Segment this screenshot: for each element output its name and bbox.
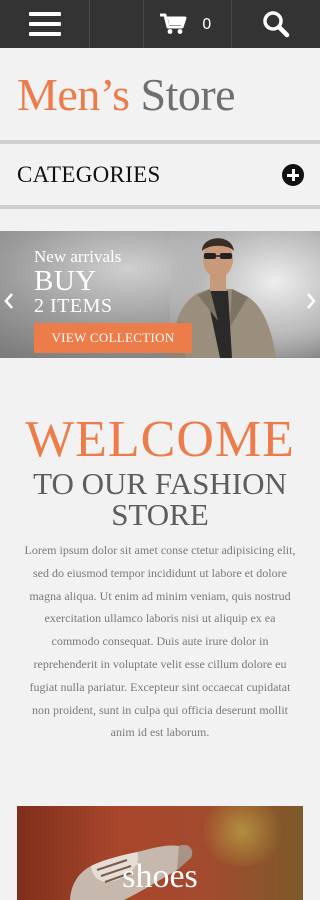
cart-count: 0: [202, 15, 212, 33]
chevron-right-icon[interactable]: [306, 293, 316, 309]
menu-button[interactable]: [0, 0, 90, 48]
divider: [0, 140, 320, 144]
chevron-left-icon[interactable]: [4, 293, 14, 309]
logo-text-secondary: Store: [140, 68, 236, 120]
welcome-body: Lorem ipsum dolor sit amet conse ctetur …: [24, 543, 296, 740]
banner-subheadline: 2 ITEMS: [34, 295, 113, 317]
welcome-subtitle-line1: TO OUR FASHION: [33, 466, 287, 501]
view-collection-button[interactable]: VIEW COLLECTION: [34, 323, 192, 353]
store-logo[interactable]: Men’s Store: [0, 48, 320, 140]
welcome-section: WELCOME TO OUR FASHION STORE Lorem ipsum…: [0, 412, 320, 744]
welcome-title: WELCOME: [25, 411, 295, 468]
welcome-subtitle-line2: STORE: [111, 497, 209, 532]
search-icon: [263, 11, 290, 38]
card-background: [197, 806, 287, 866]
divider: [0, 205, 320, 209]
plus-circle-icon: [282, 164, 304, 186]
logo-text-primary: Men’s: [17, 68, 130, 120]
banner-headline: BUY: [34, 265, 97, 297]
search-button[interactable]: [232, 0, 320, 48]
top-bar: 0: [0, 0, 320, 48]
categories-toggle[interactable]: CATEGORIES: [0, 146, 320, 204]
shoes-label: shoes: [122, 858, 198, 895]
cart-button[interactable]: 0: [144, 0, 232, 48]
banner-kicker: New arrivals: [34, 247, 122, 266]
cart-icon: [160, 13, 187, 34]
shoes-category-card[interactable]: shoes: [17, 806, 303, 900]
banner-caption: New arrivals BUY 2 ITEMS: [34, 247, 121, 317]
categories-label: CATEGORIES: [17, 162, 161, 187]
hamburger-icon: [28, 12, 61, 36]
top-bar-divider: [90, 0, 144, 48]
hero-banner: New arrivals BUY 2 ITEMS VIEW COLLECTION: [0, 231, 320, 358]
